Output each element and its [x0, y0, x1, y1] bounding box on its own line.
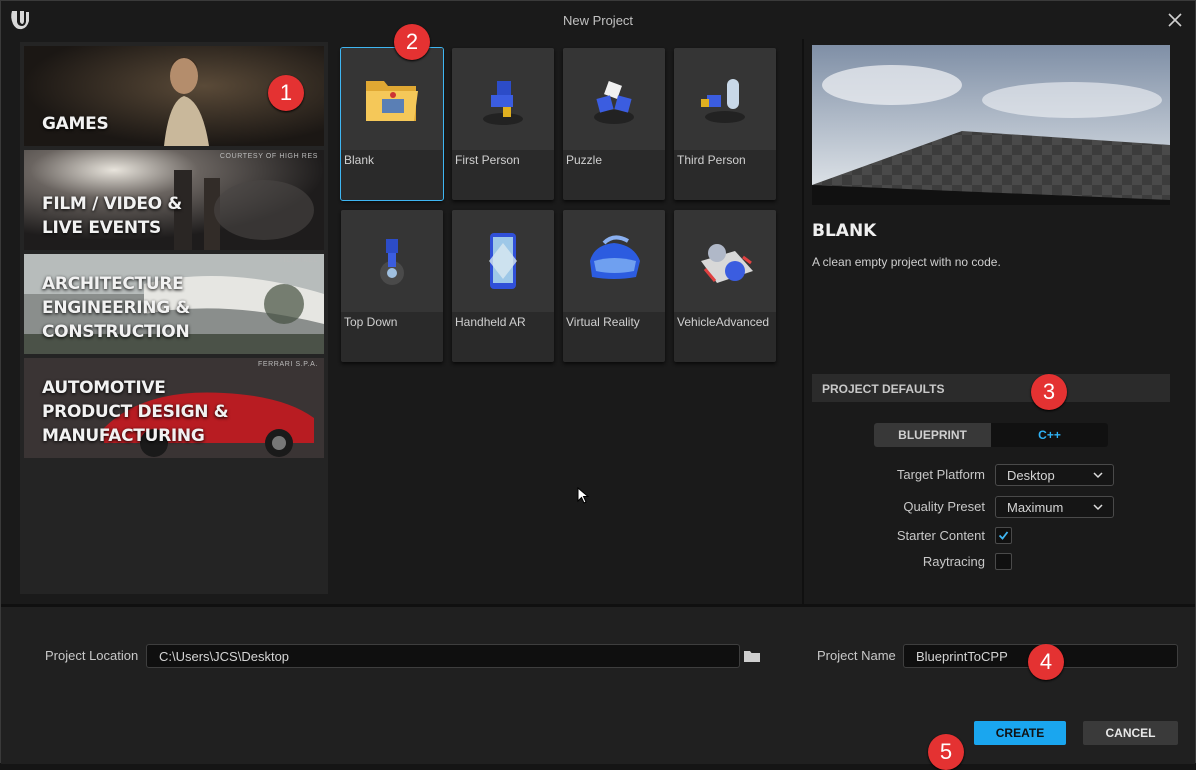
cancel-button[interactable]: CANCEL [1083, 721, 1178, 745]
category-label: GAMES [42, 114, 109, 134]
template-handheld-ar[interactable]: Handheld AR [452, 210, 554, 362]
template-first-person[interactable]: First Person [452, 48, 554, 200]
third-person-icon [701, 79, 745, 123]
new-project-window: New Project GAMES COURTESY OF HIGH RES F… [0, 0, 1196, 770]
blueprint-option[interactable]: BLUEPRINT [874, 423, 991, 447]
title-bar: New Project [1, 1, 1195, 39]
template-preview-image [812, 45, 1170, 205]
template-title: BLANK [812, 221, 877, 241]
window-title: New Project [562, 13, 634, 28]
annotation-badge: 4 [1028, 644, 1064, 680]
project-defaults-title: PROJECT DEFAULTS [822, 382, 945, 396]
category-credit: TILTPIXEL [278, 257, 318, 264]
target-platform-dropdown[interactable]: Desktop [995, 464, 1114, 486]
vehicle-icon [701, 244, 753, 283]
template-puzzle[interactable]: Puzzle [563, 48, 665, 200]
template-thumbnail [674, 210, 776, 312]
category-label: FILM / VIDEO & LIVE EVENTS [42, 194, 182, 238]
cpp-option[interactable]: C++ [991, 423, 1108, 447]
category-label: ARCHITECTURE ENGINEERING & CONSTRUCTION [42, 274, 191, 342]
template-name: First Person [455, 153, 520, 167]
template-name: Virtual Reality [566, 315, 640, 329]
template-thumbnail [452, 48, 554, 150]
panel-divider [802, 39, 804, 604]
template-top-down[interactable]: Top Down [341, 210, 443, 362]
raytracing-checkbox[interactable] [995, 553, 1012, 570]
template-name: Handheld AR [455, 315, 526, 329]
chevron-down-icon [1093, 504, 1103, 511]
top-down-icon [380, 239, 404, 285]
category-panel: GAMES COURTESY OF HIGH RES FILM / VIDEO … [20, 42, 328, 594]
quality-preset-dropdown[interactable]: Maximum [995, 496, 1114, 518]
handheld-ar-icon [489, 233, 517, 289]
language-toggle: BLUEPRINT C++ [874, 423, 1108, 447]
category-architecture[interactable]: TILTPIXEL ARCHITECTURE ENGINEERING & CON… [24, 254, 324, 354]
raytracing-label: Raytracing [922, 554, 985, 569]
template-description: A clean empty project with no code. [812, 255, 1001, 269]
template-third-person[interactable]: Third Person [674, 48, 776, 200]
annotation-badge: 5 [928, 734, 964, 770]
create-button[interactable]: CREATE [974, 721, 1066, 745]
template-name: VehicleAdvanced [677, 315, 770, 329]
annotation-badge: 2 [394, 24, 430, 60]
template-thumbnail [674, 48, 776, 150]
category-label: AUTOMOTIVE PRODUCT DESIGN & MANUFACTURIN… [42, 378, 229, 446]
category-film-video[interactable]: COURTESY OF HIGH RES FILM / VIDEO & LIVE… [24, 150, 324, 250]
template-name: Blank [344, 153, 375, 167]
first-person-icon [483, 81, 523, 125]
annotation-badge: 3 [1031, 374, 1067, 410]
template-vehicle-advanced[interactable]: VehicleAdvanced [674, 210, 776, 362]
starter-content-label: Starter Content [896, 528, 985, 543]
quality-preset-label: Quality Preset [903, 499, 985, 514]
starter-content-checkbox[interactable] [995, 527, 1012, 544]
template-blank[interactable]: Blank [340, 47, 444, 201]
template-thumbnail [341, 48, 443, 150]
category-automotive[interactable]: FERRARI S.P.A. AUTOMOTIVE PRODUCT DESIGN… [24, 358, 324, 458]
browse-folder-icon[interactable] [743, 649, 761, 663]
chevron-down-icon [1093, 472, 1103, 479]
category-credit: FERRARI S.P.A. [257, 361, 318, 368]
checkmark-icon [998, 531, 1009, 540]
template-virtual-reality[interactable]: Virtual Reality [563, 210, 665, 362]
close-icon[interactable] [1165, 10, 1185, 30]
project-location-input[interactable] [146, 644, 740, 668]
project-defaults-header: PROJECT DEFAULTS [812, 374, 1170, 402]
project-location-label: Project Location [45, 648, 139, 663]
template-thumbnail [341, 210, 443, 312]
vr-headset-icon [590, 235, 640, 279]
template-thumbnail [563, 48, 665, 150]
project-name-label: Project Name [817, 648, 896, 663]
annotation-badge: 1 [268, 75, 304, 111]
template-name: Puzzle [566, 153, 603, 167]
target-platform-value: Desktop [1007, 468, 1055, 483]
target-platform-label: Target Platform [896, 467, 985, 482]
folder-icon [366, 81, 418, 121]
mouse-cursor-icon [577, 487, 589, 504]
template-thumbnail [563, 210, 665, 312]
quality-preset-value: Maximum [1007, 500, 1064, 515]
category-credit: COURTESY OF HIGH RES [219, 153, 318, 160]
template-grid: Blank First Person Puzzle Third Person T… [332, 42, 802, 602]
puzzle-icon [594, 81, 634, 124]
template-name: Top Down [344, 315, 398, 329]
template-thumbnail [452, 210, 554, 312]
template-name: Third Person [677, 153, 746, 167]
